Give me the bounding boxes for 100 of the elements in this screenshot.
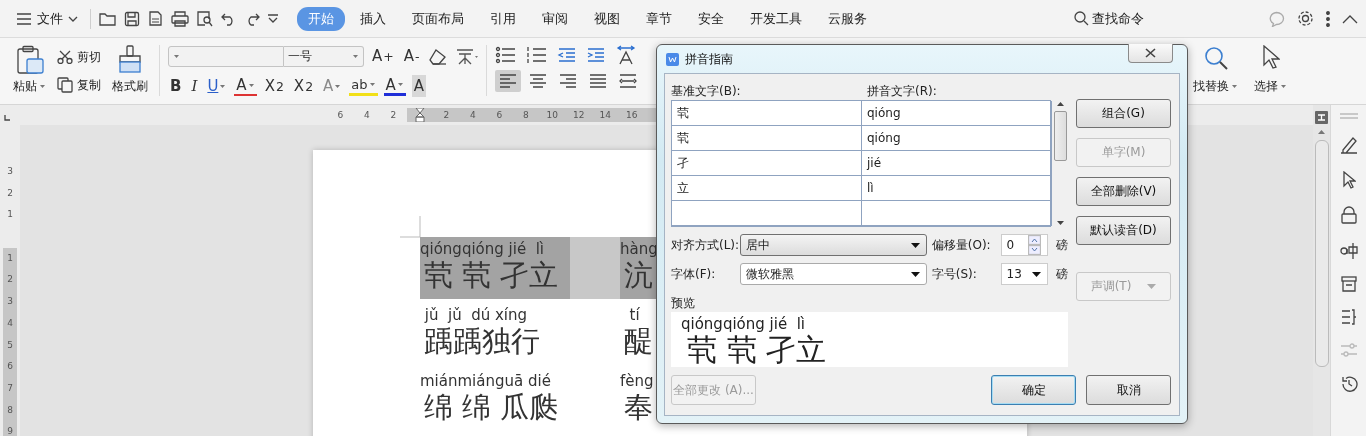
chinese-text: 踽踽独行	[423, 323, 540, 359]
scrollbar-thumb[interactable]	[1054, 111, 1067, 161]
ribbon-tab[interactable]: 安全	[687, 6, 735, 31]
dropdown-arrow-icon	[1032, 271, 1041, 277]
search-command[interactable]: 查找命令	[1068, 8, 1150, 29]
pinyin-text-label: 拼音文字(R):	[867, 83, 937, 97]
dialog-button[interactable]: 组合(G)	[1076, 99, 1171, 128]
dialog-title: 拼音指南	[685, 50, 733, 68]
caret-icon	[247, 82, 255, 88]
format-painter-button[interactable]: 格式刷	[109, 43, 151, 101]
base-text-field[interactable]: 孑	[672, 151, 862, 176]
select-button[interactable]: 选择	[1251, 43, 1290, 101]
unit-label: 磅	[1056, 265, 1068, 283]
collapse-icon[interactable]	[1342, 13, 1358, 24]
archive-icon[interactable]	[1340, 276, 1357, 292]
ribbon-tab[interactable]: 页面布局	[401, 6, 475, 31]
ribbon-tab[interactable]: 云服务	[817, 6, 878, 31]
close-button[interactable]	[1128, 44, 1173, 63]
format-button[interactable]: I	[189, 75, 200, 97]
dropdown-icon[interactable]	[267, 13, 279, 24]
cursor-icon	[1261, 45, 1280, 69]
eraser-icon[interactable]	[427, 47, 448, 65]
pen-icon[interactable]	[1339, 136, 1358, 154]
font-name-field[interactable]	[168, 45, 284, 67]
size-dropdown[interactable]: 13	[1000, 263, 1048, 285]
base-text-field[interactable]	[672, 201, 862, 226]
ribbon-tab[interactable]: 开发工具	[739, 6, 813, 31]
preview-label: 预览	[671, 295, 696, 309]
list-icon[interactable]	[1340, 309, 1357, 325]
scroll-up-icon	[1318, 130, 1325, 134]
copy-button[interactable]: 复制	[55, 75, 103, 95]
numbered-list-icon[interactable]	[525, 46, 548, 64]
brush-icon	[117, 45, 143, 73]
ribbon-tab[interactable]: 视图	[583, 6, 631, 31]
pinyin-text-field[interactable]: qióng	[862, 126, 1052, 151]
pinyin-text: hàng	[620, 241, 658, 257]
format-button[interactable]: A	[411, 75, 427, 97]
base-text-field[interactable]: 茕	[672, 126, 862, 151]
pinyin-text-field[interactable]: lì	[862, 176, 1052, 201]
scrollbar-thumb[interactable]	[1314, 140, 1329, 367]
base-text-field[interactable]: 茕	[672, 101, 862, 126]
format-button[interactable]: B	[168, 75, 184, 97]
ruler-number: 1	[3, 247, 17, 270]
base-text-field[interactable]: 立	[672, 176, 862, 201]
ok-button[interactable]: 确定	[991, 375, 1076, 405]
offset-label: 偏移量(O):	[930, 236, 992, 254]
ruler-number: 3	[3, 291, 17, 313]
align-icon	[557, 72, 578, 90]
cancel-button[interactable]: 取消	[1086, 375, 1171, 405]
more-icon[interactable]	[1326, 10, 1330, 27]
format-button[interactable]: A	[234, 76, 257, 96]
ribbon-tab[interactable]: 引用	[479, 6, 527, 31]
find-replace-button[interactable]: 找替换	[1190, 43, 1241, 101]
collapse-lines-icon	[1339, 113, 1358, 119]
font-dropdown[interactable]: 微软雅黑	[739, 263, 927, 285]
outdent-icon[interactable]	[556, 47, 577, 63]
print-icon[interactable]	[171, 10, 189, 27]
chinese-text: 醍	[623, 323, 653, 359]
format-button[interactable]: A	[383, 76, 406, 96]
save-icon[interactable]	[124, 10, 140, 27]
close-icon	[1145, 48, 1156, 58]
chinese-text: 绵 绵 瓜瓞	[423, 389, 559, 425]
offset-spinner[interactable]: 0	[1000, 234, 1048, 256]
lock-icon[interactable]	[1340, 206, 1357, 224]
ruler-number: 5	[3, 334, 17, 357]
ribbon-tab[interactable]: 审阅	[531, 6, 579, 31]
bullet-list-icon[interactable]	[494, 46, 517, 64]
ribbon-tab[interactable]: 章节	[635, 6, 683, 31]
chinese-text: 沆	[623, 257, 653, 293]
search-icon	[1202, 45, 1229, 71]
file-menu[interactable]: 文件	[12, 6, 82, 31]
pinyin-text-field[interactable]: qióng	[862, 101, 1052, 126]
translate-icon[interactable]	[1339, 241, 1358, 259]
settings-icon[interactable]	[1297, 10, 1314, 27]
chevron-icon	[68, 15, 78, 22]
align-button[interactable]	[494, 70, 521, 92]
dialog-button[interactable]: 默认读音(D)	[1076, 216, 1171, 245]
format-button[interactable]: U	[205, 75, 229, 97]
ruler-number: 2	[6, 186, 14, 200]
format-button[interactable]: ab	[349, 76, 378, 96]
font-size-field[interactable]: 一号	[284, 45, 364, 67]
caret-icon	[396, 82, 404, 87]
pdf-icon[interactable]	[147, 10, 164, 27]
pinyin-text: tí	[628, 307, 640, 323]
ruler-toggle-icon[interactable]	[1315, 111, 1328, 124]
folder-icon[interactable]	[99, 10, 117, 27]
indent-icon[interactable]	[585, 47, 606, 63]
alignment-dropdown[interactable]: 居中	[739, 234, 927, 256]
history-icon[interactable]	[1339, 375, 1358, 393]
paste-button[interactable]: 粘贴	[10, 43, 49, 101]
cursor-icon[interactable]	[1341, 171, 1356, 189]
ruler-number: 2	[442, 109, 451, 122]
caret-icon	[334, 83, 342, 89]
print-preview-icon[interactable]	[196, 10, 214, 27]
ribbon-tab[interactable]: 插入	[349, 6, 397, 31]
dropdown-arrow-icon	[910, 271, 920, 277]
pinyin-text-field[interactable]	[862, 201, 1052, 226]
pinyin-text-field[interactable]: jié	[862, 151, 1052, 176]
cut-button[interactable]: 剪切	[55, 47, 103, 67]
dialog-button[interactable]: 全部删除(V)	[1076, 177, 1171, 206]
